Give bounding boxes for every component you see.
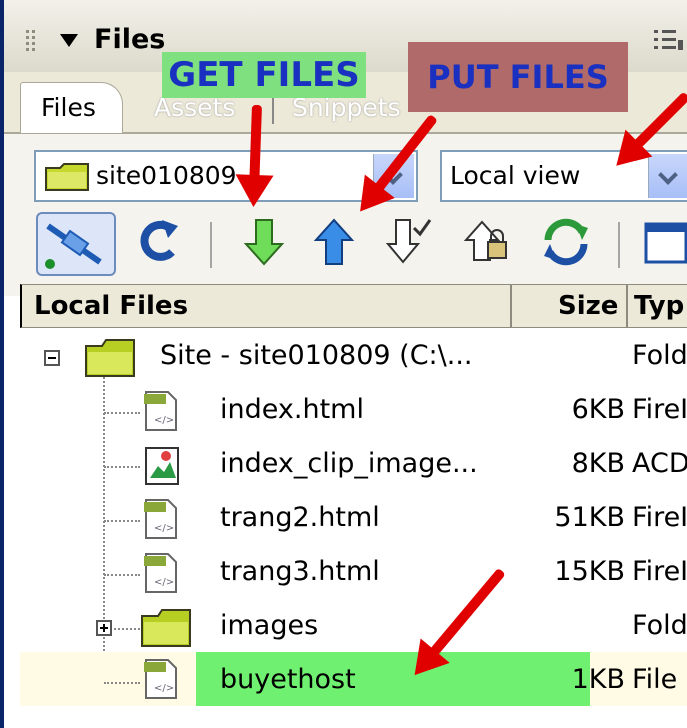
list-item[interactable]: </> index.html 6KB FireI bbox=[20, 386, 687, 440]
svg-text:</>: </> bbox=[154, 415, 174, 426]
file-size: 15KB bbox=[554, 556, 625, 587]
file-type: Fold bbox=[632, 340, 687, 371]
view-dropdown-icon[interactable] bbox=[648, 154, 687, 198]
site-select-value: site010809 bbox=[96, 161, 237, 190]
synchronize-icon bbox=[544, 218, 588, 266]
image-file-icon bbox=[145, 447, 179, 485]
file-name: index.html bbox=[220, 394, 364, 425]
collapse-tree-icon[interactable] bbox=[44, 350, 60, 366]
list-item[interactable]: </> trang2.html 51KB FireI bbox=[20, 494, 687, 548]
toolbar-separator bbox=[618, 222, 620, 268]
column-type[interactable]: Typ bbox=[634, 285, 684, 327]
file-list-header: Local Files Size Typ bbox=[20, 284, 687, 328]
check-in-icon bbox=[463, 220, 507, 261]
site-folder-icon bbox=[45, 163, 89, 191]
expand-tree-icon[interactable] bbox=[96, 620, 112, 636]
column-divider[interactable] bbox=[626, 285, 628, 327]
svg-text:</>: </> bbox=[154, 523, 174, 534]
folder-icon bbox=[85, 339, 135, 377]
view-select-value: Local view bbox=[450, 161, 581, 190]
file-type: FireI bbox=[632, 502, 687, 533]
file-name: index_clip_image... bbox=[220, 448, 478, 479]
file-toolbar bbox=[4, 206, 687, 286]
tree-line bbox=[114, 628, 140, 630]
check-in-button[interactable] bbox=[460, 214, 516, 270]
list-item[interactable]: index_clip_image... 8KB ACD bbox=[20, 440, 687, 494]
list-item[interactable]: Site - site010809 (C:\... Fold bbox=[20, 332, 687, 386]
file-size: 51KB bbox=[554, 502, 625, 533]
check-out-icon bbox=[385, 219, 432, 264]
expand-icon bbox=[644, 222, 687, 264]
connect-icon bbox=[45, 223, 102, 269]
file-type: ACD bbox=[632, 448, 687, 479]
list-item-selected[interactable]: </> buyethost 1KB File bbox=[20, 652, 687, 712]
tree-line bbox=[104, 520, 140, 522]
folder-icon bbox=[141, 609, 191, 647]
toolbar-separator bbox=[210, 222, 212, 268]
file-name: buyethost bbox=[220, 664, 356, 695]
tree-line bbox=[104, 466, 140, 468]
svg-text:</>: </> bbox=[154, 577, 174, 588]
column-divider[interactable] bbox=[510, 285, 512, 327]
html-file-icon: </> bbox=[144, 553, 177, 593]
file-type: Fold bbox=[632, 610, 687, 641]
file-name: trang3.html bbox=[220, 556, 380, 587]
tab-files[interactable]: Files bbox=[20, 82, 123, 133]
column-size[interactable]: Size bbox=[558, 285, 618, 327]
list-item[interactable]: images Fold bbox=[20, 602, 687, 656]
red-arrow bbox=[249, 104, 262, 188]
put-files-callout: PUT FILES bbox=[408, 42, 628, 112]
connect-button[interactable] bbox=[36, 212, 116, 276]
file-size: 8KB bbox=[571, 448, 625, 479]
refresh-button[interactable] bbox=[132, 214, 188, 270]
file-name: images bbox=[220, 610, 319, 641]
refresh-icon bbox=[140, 220, 178, 261]
file-name: trang2.html bbox=[220, 502, 380, 533]
check-out-button[interactable] bbox=[382, 214, 438, 270]
list-empty-area[interactable] bbox=[20, 706, 687, 728]
file-icon: </> bbox=[144, 659, 177, 699]
tree-line bbox=[104, 412, 140, 414]
tree-line bbox=[104, 574, 140, 576]
file-size: 6KB bbox=[571, 394, 625, 425]
svg-text:</>: </> bbox=[154, 683, 174, 694]
file-type: FireI bbox=[632, 394, 687, 425]
get-files-callout: GET FILES bbox=[162, 52, 366, 98]
synchronize-button[interactable] bbox=[538, 214, 594, 270]
column-local-files[interactable]: Local Files bbox=[34, 285, 188, 327]
panel-title: Files bbox=[94, 24, 166, 55]
collapse-triangle-icon[interactable] bbox=[60, 34, 78, 47]
list-item[interactable]: </> trang3.html 15KB FireI bbox=[20, 548, 687, 602]
file-size: 1KB bbox=[571, 664, 625, 695]
file-type: File bbox=[632, 664, 678, 695]
get-files-button[interactable] bbox=[236, 214, 292, 270]
get-files-icon bbox=[243, 219, 285, 266]
tree-line bbox=[104, 682, 140, 684]
put-files-icon bbox=[313, 218, 355, 265]
html-file-icon: </> bbox=[144, 391, 177, 431]
panel-grip[interactable] bbox=[26, 30, 38, 54]
put-files-button[interactable] bbox=[306, 214, 362, 270]
panel-options-icon[interactable] bbox=[654, 28, 684, 52]
file-name: Site - site010809 (C:\... bbox=[160, 340, 473, 371]
file-type: FireI bbox=[632, 556, 687, 587]
files-panel: Files Files Assets Snippets site010809 L… bbox=[0, 0, 687, 728]
expand-button[interactable] bbox=[642, 214, 687, 270]
html-file-icon: </> bbox=[144, 499, 177, 539]
